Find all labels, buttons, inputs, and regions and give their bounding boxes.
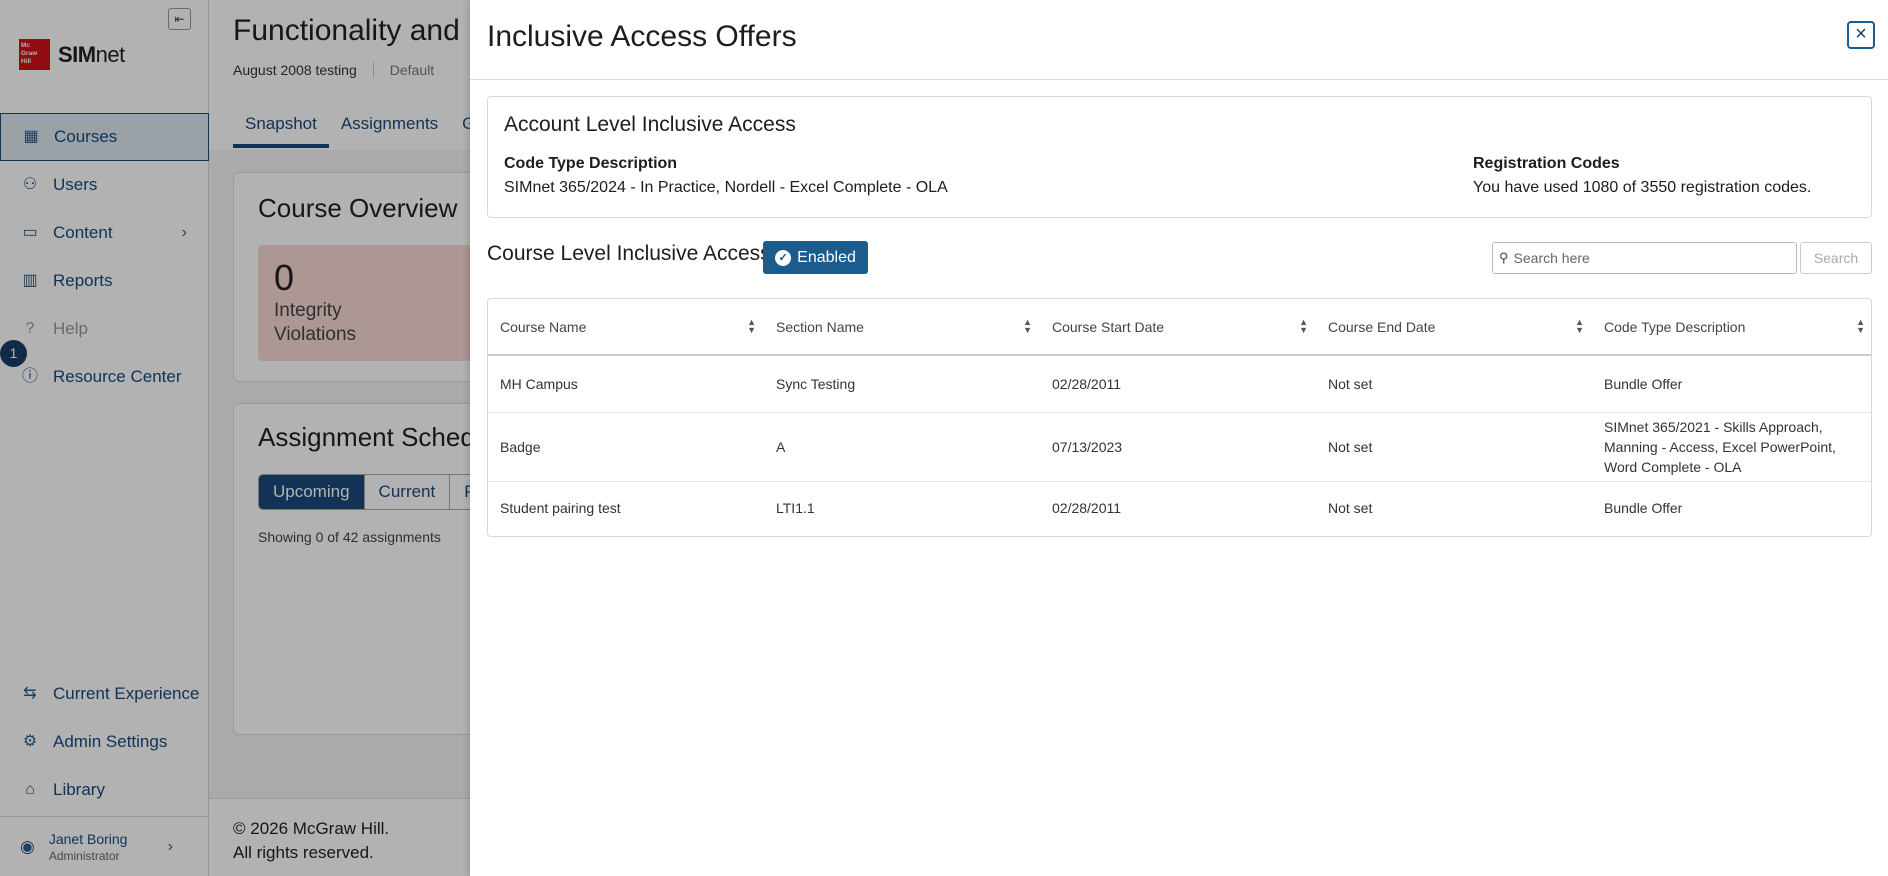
account-level-card: Account Level Inclusive Access Code Type… (487, 96, 1872, 218)
search-button[interactable]: Search (1800, 242, 1872, 274)
table-row: Student pairing test LTI1.1 02/28/2011 N… (488, 480, 1871, 534)
cell-code-type: Bundle Offer (1592, 480, 1871, 534)
course-offers-table: Course Name ▲ ▼ Section Name ▲ ▼ Course Star… (487, 298, 1872, 537)
code-type-value: SIMnet 365/2024 - In Practice, Nordell -… (504, 179, 948, 196)
sort-icon[interactable]: ▲ ▼ (1575, 318, 1584, 335)
cell-code-type: SIMnet 365/2021 - Skills Approach, Manni… (1592, 411, 1871, 481)
sort-icon[interactable]: ▲ ▼ (1023, 318, 1032, 335)
cell-end-date: Not set (1316, 411, 1592, 481)
table-row: Badge A 07/13/2023 Not set SIMnet 365/20… (488, 411, 1871, 481)
cell-start-date: 02/28/2011 (1040, 480, 1316, 534)
sort-icon[interactable]: ▲ ▼ (747, 318, 756, 335)
cell-start-date: 07/13/2023 (1040, 411, 1316, 481)
sort-icon[interactable]: ▲ ▼ (1299, 318, 1308, 335)
cell-end-date: Not set (1316, 480, 1592, 534)
course-level-title: Course Level Inclusive Access (487, 242, 771, 265)
enabled-badge-label: Enabled (797, 248, 856, 266)
cell-course-name: MH Campus (488, 354, 764, 412)
table-row: MH Campus Sync Testing 02/28/2011 Not se… (488, 354, 1871, 412)
registration-codes-label: Registration Codes (1473, 155, 1620, 172)
search-input[interactable] (1513, 250, 1794, 266)
enabled-badge: ✓ Enabled (763, 241, 868, 274)
column-header-course-start-date[interactable]: Course Start Date ▲ ▼ (1040, 299, 1316, 356)
sort-icon[interactable]: ▲ ▼ (1856, 318, 1865, 335)
inclusive-access-modal: Inclusive Access Offers × Account Level … (470, 0, 1888, 876)
cell-course-name: Badge (488, 411, 764, 481)
cell-section-name: A (764, 411, 1040, 481)
modal-divider (470, 79, 1888, 80)
column-header-course-name[interactable]: Course Name ▲ ▼ (488, 299, 764, 356)
column-header-section-name[interactable]: Section Name ▲ ▼ (764, 299, 1040, 356)
search-icon: ⚲ (1499, 250, 1509, 265)
check-circle-icon: ✓ (775, 249, 792, 266)
cell-end-date: Not set (1316, 354, 1592, 412)
column-header-course-end-date[interactable]: Course End Date ▲ ▼ (1316, 299, 1592, 356)
search-field: ⚲ (1492, 242, 1797, 274)
cell-course-name: Student pairing test (488, 480, 764, 534)
account-level-title: Account Level Inclusive Access (504, 113, 796, 136)
close-button[interactable]: × (1847, 21, 1875, 49)
column-header-code-type-description[interactable]: Code Type Description ▲ ▼ (1592, 299, 1871, 356)
modal-backdrop[interactable] (0, 0, 470, 876)
cell-section-name: Sync Testing (764, 354, 1040, 412)
registration-codes-value: You have used 1080 of 3550 registration … (1473, 179, 1812, 196)
cell-start-date: 02/28/2011 (1040, 354, 1316, 412)
table-header-row: Course Name ▲ ▼ Section Name ▲ ▼ Course Star… (488, 299, 1871, 356)
code-type-label: Code Type Description (504, 155, 678, 172)
cell-section-name: LTI1.1 (764, 480, 1040, 534)
cell-code-type: Bundle Offer (1592, 354, 1871, 412)
modal-title: Inclusive Access Offers (487, 20, 797, 53)
close-icon: × (1855, 23, 1867, 45)
